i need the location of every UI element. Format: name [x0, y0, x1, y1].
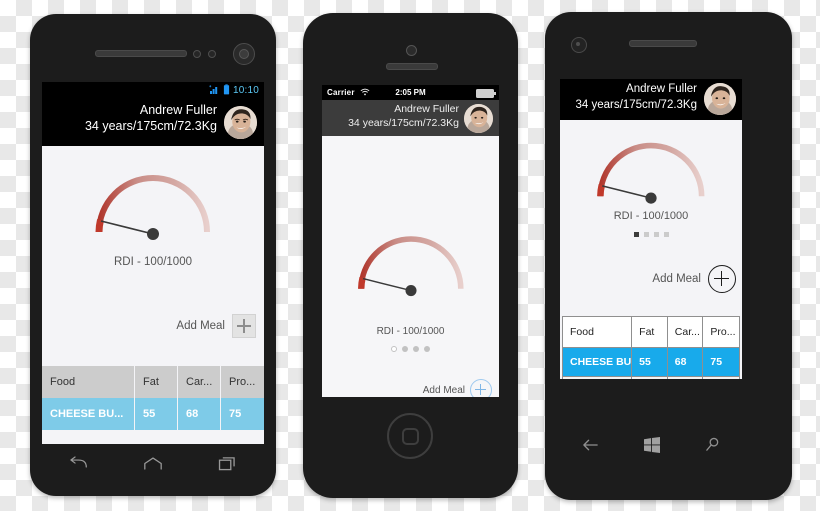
status-time: 2:05 PM — [395, 88, 426, 97]
ios-content: RDI - 100/1000 Add Meal Food Fat Ca... — [322, 136, 499, 397]
plus-icon[interactable] — [708, 265, 736, 293]
earpiece-speaker — [629, 40, 697, 47]
user-name: Andrew Fuller — [626, 83, 697, 95]
column-header-carbs: Car... — [667, 317, 704, 347]
page-dot[interactable] — [663, 232, 669, 237]
rdi-label: RDI - 100/1000 — [376, 326, 445, 337]
ios-status-bar: Carrier 2:05 PM — [322, 85, 499, 100]
column-header-carbs: Car... — [178, 366, 221, 398]
gauge-dial — [352, 226, 470, 303]
gauge-dial — [89, 164, 217, 247]
page-dot[interactable] — [643, 232, 649, 237]
column-header-food: Food — [42, 366, 135, 398]
user-stats: 34 years/175cm/72.3Kg — [84, 119, 217, 133]
earpiece-speaker — [95, 50, 187, 57]
sensor-dot — [193, 50, 201, 58]
page-indicator-dots[interactable] — [322, 346, 499, 352]
cell-fat: 55 — [135, 398, 178, 430]
add-meal-control[interactable]: Add Meal — [423, 379, 492, 397]
android-status-bar: 10:10 — [42, 82, 264, 99]
cell-protein: 75 — [703, 347, 740, 377]
page-dot[interactable] — [402, 346, 408, 352]
avatar[interactable] — [224, 106, 257, 139]
home-icon[interactable] — [143, 456, 163, 476]
rdi-label: RDI - 100/1000 — [613, 210, 689, 222]
battery-icon — [223, 82, 230, 100]
add-meal-label: Add Meal — [652, 273, 701, 285]
recent-apps-icon[interactable] — [218, 456, 237, 476]
table-row[interactable]: CHEESE BU... 55 68 75 — [42, 398, 264, 430]
page-dot[interactable] — [413, 346, 419, 352]
page-dot-active[interactable] — [391, 346, 397, 352]
add-meal-control[interactable]: Add Meal — [176, 314, 256, 338]
back-arrow-icon[interactable] — [582, 438, 599, 457]
windows-nav-bar — [560, 430, 742, 464]
back-arrow-icon[interactable] — [69, 456, 88, 476]
add-meal-control[interactable]: Add Meal — [652, 265, 736, 293]
android-content: RDI - 100/1000 Add Meal Food Fat Car... … — [42, 146, 264, 444]
page-dot[interactable] — [653, 232, 659, 237]
mockup-stage: 10:10 Andrew Fuller 34 years/175cm/72.3K… — [0, 0, 820, 511]
page-dot-active[interactable] — [633, 232, 639, 237]
windows-content: RDI - 100/1000 Add Meal Food Fat Car... — [560, 120, 742, 379]
table-row[interactable]: PIZZA 49 139 115 — [563, 377, 740, 379]
plus-icon[interactable] — [232, 314, 256, 338]
table-header-row: Food Fat Car... Pro... — [563, 317, 740, 347]
battery-icon — [476, 89, 496, 98]
front-camera-icon — [233, 43, 255, 65]
cell-protein: 115 — [703, 377, 740, 379]
column-header-fat: Fat — [632, 317, 668, 347]
earpiece-speaker — [386, 63, 438, 70]
windows-logo-icon[interactable] — [643, 436, 660, 458]
gauge-dial — [591, 132, 711, 211]
sensor-dot — [208, 50, 216, 58]
user-stats: 34 years/175cm/72.3Kg — [575, 99, 697, 111]
column-header-food: Food — [563, 317, 633, 347]
column-header-protein: Pro... — [703, 317, 740, 347]
cell-food: CHEESE BU... — [42, 398, 135, 430]
search-icon[interactable] — [705, 437, 720, 457]
page-indicator-dots[interactable] — [560, 232, 742, 237]
user-name: Andrew Fuller — [139, 103, 217, 117]
iphone-mockup: Carrier 2:05 PM Andrew Fuller 34 years/1… — [303, 13, 518, 498]
cell-food: PIZZA — [563, 377, 633, 379]
windows-profile-header: Andrew Fuller 34 years/175cm/72.3Kg — [560, 79, 742, 120]
android-screen: 10:10 Andrew Fuller 34 years/175cm/72.3K… — [42, 82, 264, 444]
ios-profile-header: Andrew Fuller 34 years/175cm/72.3Kg — [322, 100, 499, 136]
front-camera-icon — [406, 45, 417, 56]
cell-fat: 49 — [632, 377, 668, 379]
food-table: Food Fat Car... Pro... CHEESE BU... 55 6… — [562, 316, 740, 379]
column-header-fat: Fat — [135, 366, 178, 398]
rdi-label: RDI - 100/1000 — [114, 256, 192, 268]
cell-carbs: 68 — [178, 398, 221, 430]
avatar[interactable] — [704, 83, 736, 115]
cell-carbs: 68 — [667, 347, 704, 377]
column-header-protein: Pro... — [221, 366, 264, 398]
windows-screen: Andrew Fuller 34 years/175cm/72.3Kg RDI … — [560, 79, 742, 379]
user-name: Andrew Fuller — [394, 103, 459, 115]
windows-phone-mockup: Andrew Fuller 34 years/175cm/72.3Kg RDI … — [545, 12, 792, 500]
android-phone-mockup: 10:10 Andrew Fuller 34 years/175cm/72.3K… — [30, 14, 276, 496]
signal-bars-icon — [209, 82, 220, 100]
avatar[interactable] — [464, 104, 493, 133]
user-stats: 34 years/175cm/72.3Kg — [348, 117, 459, 129]
page-dot[interactable] — [424, 346, 430, 352]
android-profile-header: Andrew Fuller 34 years/175cm/72.3Kg — [42, 99, 264, 146]
cell-fat: 55 — [632, 347, 668, 377]
android-nav-bar — [42, 446, 264, 486]
cell-carbs: 139 — [667, 377, 704, 379]
cell-protein: 75 — [221, 398, 264, 430]
home-button-icon[interactable] — [387, 413, 433, 459]
add-meal-label: Add Meal — [422, 384, 465, 396]
add-meal-label: Add Meal — [176, 320, 225, 332]
table-row[interactable]: CHEESE BU... 55 68 75 — [563, 347, 740, 377]
iphone-screen: Carrier 2:05 PM Andrew Fuller 34 years/1… — [322, 85, 499, 397]
cell-food: CHEESE BU... — [563, 347, 633, 377]
status-time: 10:10 — [232, 85, 259, 96]
front-camera-icon — [571, 37, 587, 53]
plus-icon[interactable] — [470, 379, 492, 397]
food-table: Food Fat Car... Pro... CHEESE BU... 55 6… — [42, 366, 264, 430]
table-header-row: Food Fat Car... Pro... — [42, 366, 264, 398]
